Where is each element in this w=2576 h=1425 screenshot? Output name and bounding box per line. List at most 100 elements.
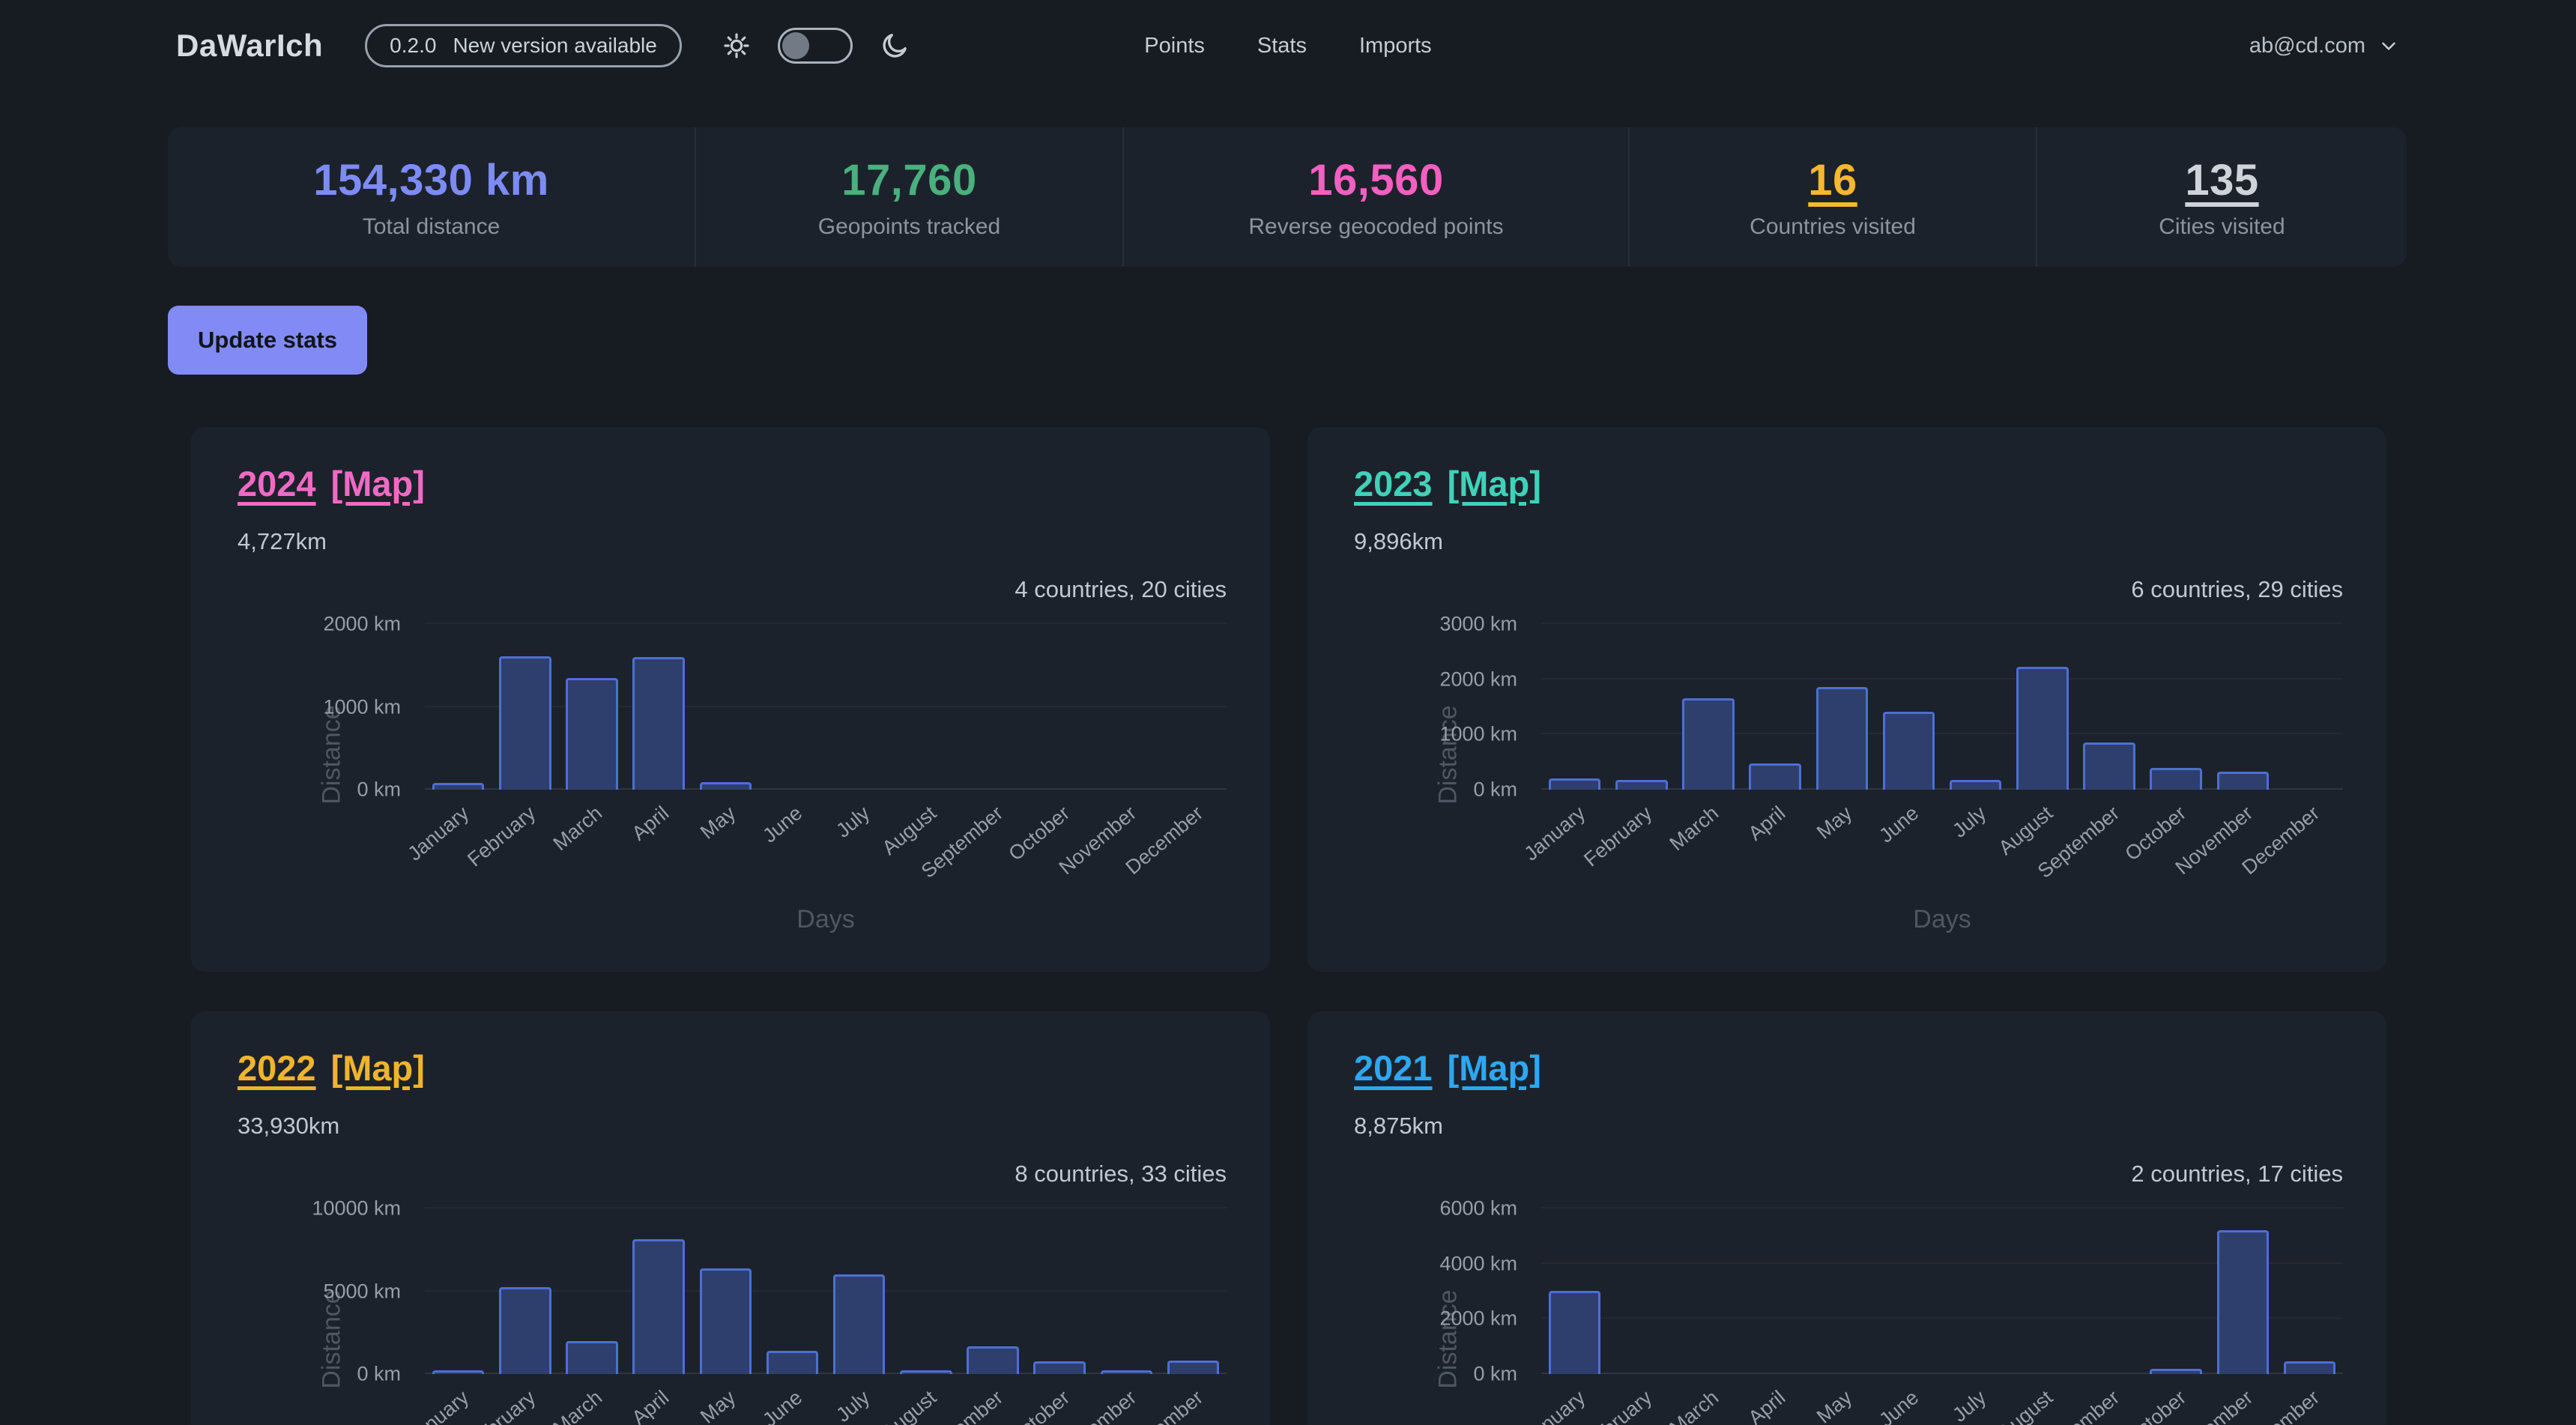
x-tick-label: April <box>1744 802 1790 845</box>
bar-slot <box>1541 1208 1608 1374</box>
year-link[interactable]: 2022 <box>238 1047 316 1089</box>
year-summary: 2 countries, 17 cities <box>1354 1161 2343 1188</box>
year-distance: 4,727km <box>238 528 1227 555</box>
distance-bar-chart: Distance 0 km2000 km4000 km6000 km Janua… <box>1354 1208 2343 1425</box>
year-link[interactable]: 2023 <box>1354 463 1433 504</box>
bar-slot <box>1027 1208 1093 1374</box>
bar-march[interactable] <box>566 678 618 790</box>
bar-may[interactable] <box>700 1268 752 1374</box>
bar-slot <box>692 624 759 790</box>
bar-february[interactable] <box>499 1287 551 1374</box>
year-card: 2021 [Map] 8,875km 2 countries, 17 citie… <box>1307 1011 2386 1425</box>
nav-stats[interactable]: Stats <box>1257 34 1307 58</box>
year-link[interactable]: 2024 <box>238 463 316 504</box>
x-tick-label: June <box>1875 1386 1924 1425</box>
bar-slot <box>1608 1208 1675 1374</box>
bar-november[interactable] <box>2217 772 2270 790</box>
x-tick-label: June <box>759 1386 808 1425</box>
bar-slot <box>1809 624 1875 790</box>
bar-march[interactable] <box>1682 698 1735 790</box>
stat-cities-link[interactable]: 135 <box>2185 155 2258 205</box>
bar-may[interactable] <box>700 782 752 790</box>
bar-slot <box>959 1208 1026 1374</box>
bar-may[interactable] <box>1816 687 1869 790</box>
map-link[interactable]: [Map] <box>1448 1047 1541 1089</box>
bars <box>1541 624 2343 790</box>
plot-area <box>1541 1208 2343 1374</box>
bar-slot <box>626 624 692 790</box>
y-tick-label: 2000 km <box>323 613 401 636</box>
stat-geocoded: 16,560 Reverse geocoded points <box>1124 127 1630 267</box>
nav-imports[interactable]: Imports <box>1359 34 1432 58</box>
bar-september[interactable] <box>967 1346 1019 1374</box>
x-tick-label: July <box>1948 802 1991 843</box>
bar-july[interactable] <box>833 1274 886 1374</box>
bar-slot <box>1875 1208 1942 1374</box>
x-tick-label: March <box>548 1386 606 1425</box>
bar-october[interactable] <box>1033 1361 1086 1374</box>
x-tick-label: July <box>832 1386 874 1425</box>
bar-june[interactable] <box>767 1351 819 1374</box>
bar-slot <box>892 624 959 790</box>
map-link[interactable]: [Map] <box>331 1047 425 1089</box>
year-distance: 9,896km <box>1354 528 2343 555</box>
bar-slot <box>1541 624 1608 790</box>
x-axis-title: Days <box>1541 902 2343 934</box>
year-card-header: 2022 [Map] <box>238 1047 1227 1089</box>
y-axis: 0 km1000 km2000 km <box>238 624 425 790</box>
bar-june[interactable] <box>1883 712 1935 790</box>
bar-march[interactable] <box>566 1341 618 1374</box>
x-tick-label: March <box>548 802 606 856</box>
bar-january[interactable] <box>1549 778 1601 790</box>
bar-january[interactable] <box>432 783 485 790</box>
y-tick-label: 10000 km <box>312 1197 401 1220</box>
year-card-header: 2023 [Map] <box>1354 463 2343 504</box>
main-nav: Points Stats Imports <box>1144 34 1431 58</box>
x-tick-label: August <box>1994 1386 2057 1425</box>
update-stats-button[interactable]: Update stats <box>168 306 367 375</box>
x-tick-label: August <box>1994 802 2057 860</box>
bar-september[interactable] <box>2083 742 2135 790</box>
stat-geopoints-label: Geopoints tracked <box>818 214 1000 240</box>
bar-slot <box>2276 1208 2343 1374</box>
map-link[interactable]: [Map] <box>331 463 425 504</box>
bar-slot <box>1093 624 1160 790</box>
bar-slot <box>492 624 558 790</box>
user-menu[interactable]: ab@cd.com <box>1432 34 2400 58</box>
bar-slot <box>1942 1208 2009 1374</box>
theme-toggle[interactable] <box>778 28 853 64</box>
stat-total-distance-label: Total distance <box>363 214 500 240</box>
y-axis: 0 km2000 km4000 km6000 km <box>1354 1208 1541 1374</box>
bar-slot <box>2009 624 2075 790</box>
x-axis-title: Days <box>425 902 1227 934</box>
bar-slot <box>1742 1208 1809 1374</box>
stat-cities: 135 Cities visited <box>2037 127 2407 267</box>
x-tick-label: March <box>1665 802 1723 856</box>
map-link[interactable]: [Map] <box>1448 463 1541 504</box>
bar-july[interactable] <box>1950 780 2002 790</box>
x-tick-label: August <box>877 1386 940 1425</box>
nav-points[interactable]: Points <box>1144 34 1205 58</box>
bar-october[interactable] <box>2150 768 2202 790</box>
chevron-down-icon <box>2377 34 2400 57</box>
bar-december[interactable] <box>1167 1361 1220 1374</box>
bar-december[interactable] <box>2284 1361 2336 1374</box>
bar-slot <box>759 1208 826 1374</box>
version-number: 0.2.0 <box>390 34 436 58</box>
stat-countries-link[interactable]: 16 <box>1808 155 1857 205</box>
bar-april[interactable] <box>632 1239 685 1374</box>
bar-february[interactable] <box>1615 780 1668 790</box>
bar-january[interactable] <box>1549 1291 1601 1374</box>
bar-february[interactable] <box>499 656 551 790</box>
bar-november[interactable] <box>2217 1230 2270 1374</box>
bar-august[interactable] <box>2016 667 2069 790</box>
bar-slot <box>692 1208 759 1374</box>
bar-october[interactable] <box>2150 1369 2202 1374</box>
bar-slot <box>892 1208 959 1374</box>
year-link[interactable]: 2021 <box>1354 1047 1433 1089</box>
bar-april[interactable] <box>632 657 685 790</box>
bar-april[interactable] <box>1749 763 1801 790</box>
version-badge[interactable]: 0.2.0 New version available <box>365 24 682 67</box>
x-tick-label: February <box>463 802 540 871</box>
bar-slot <box>558 1208 625 1374</box>
